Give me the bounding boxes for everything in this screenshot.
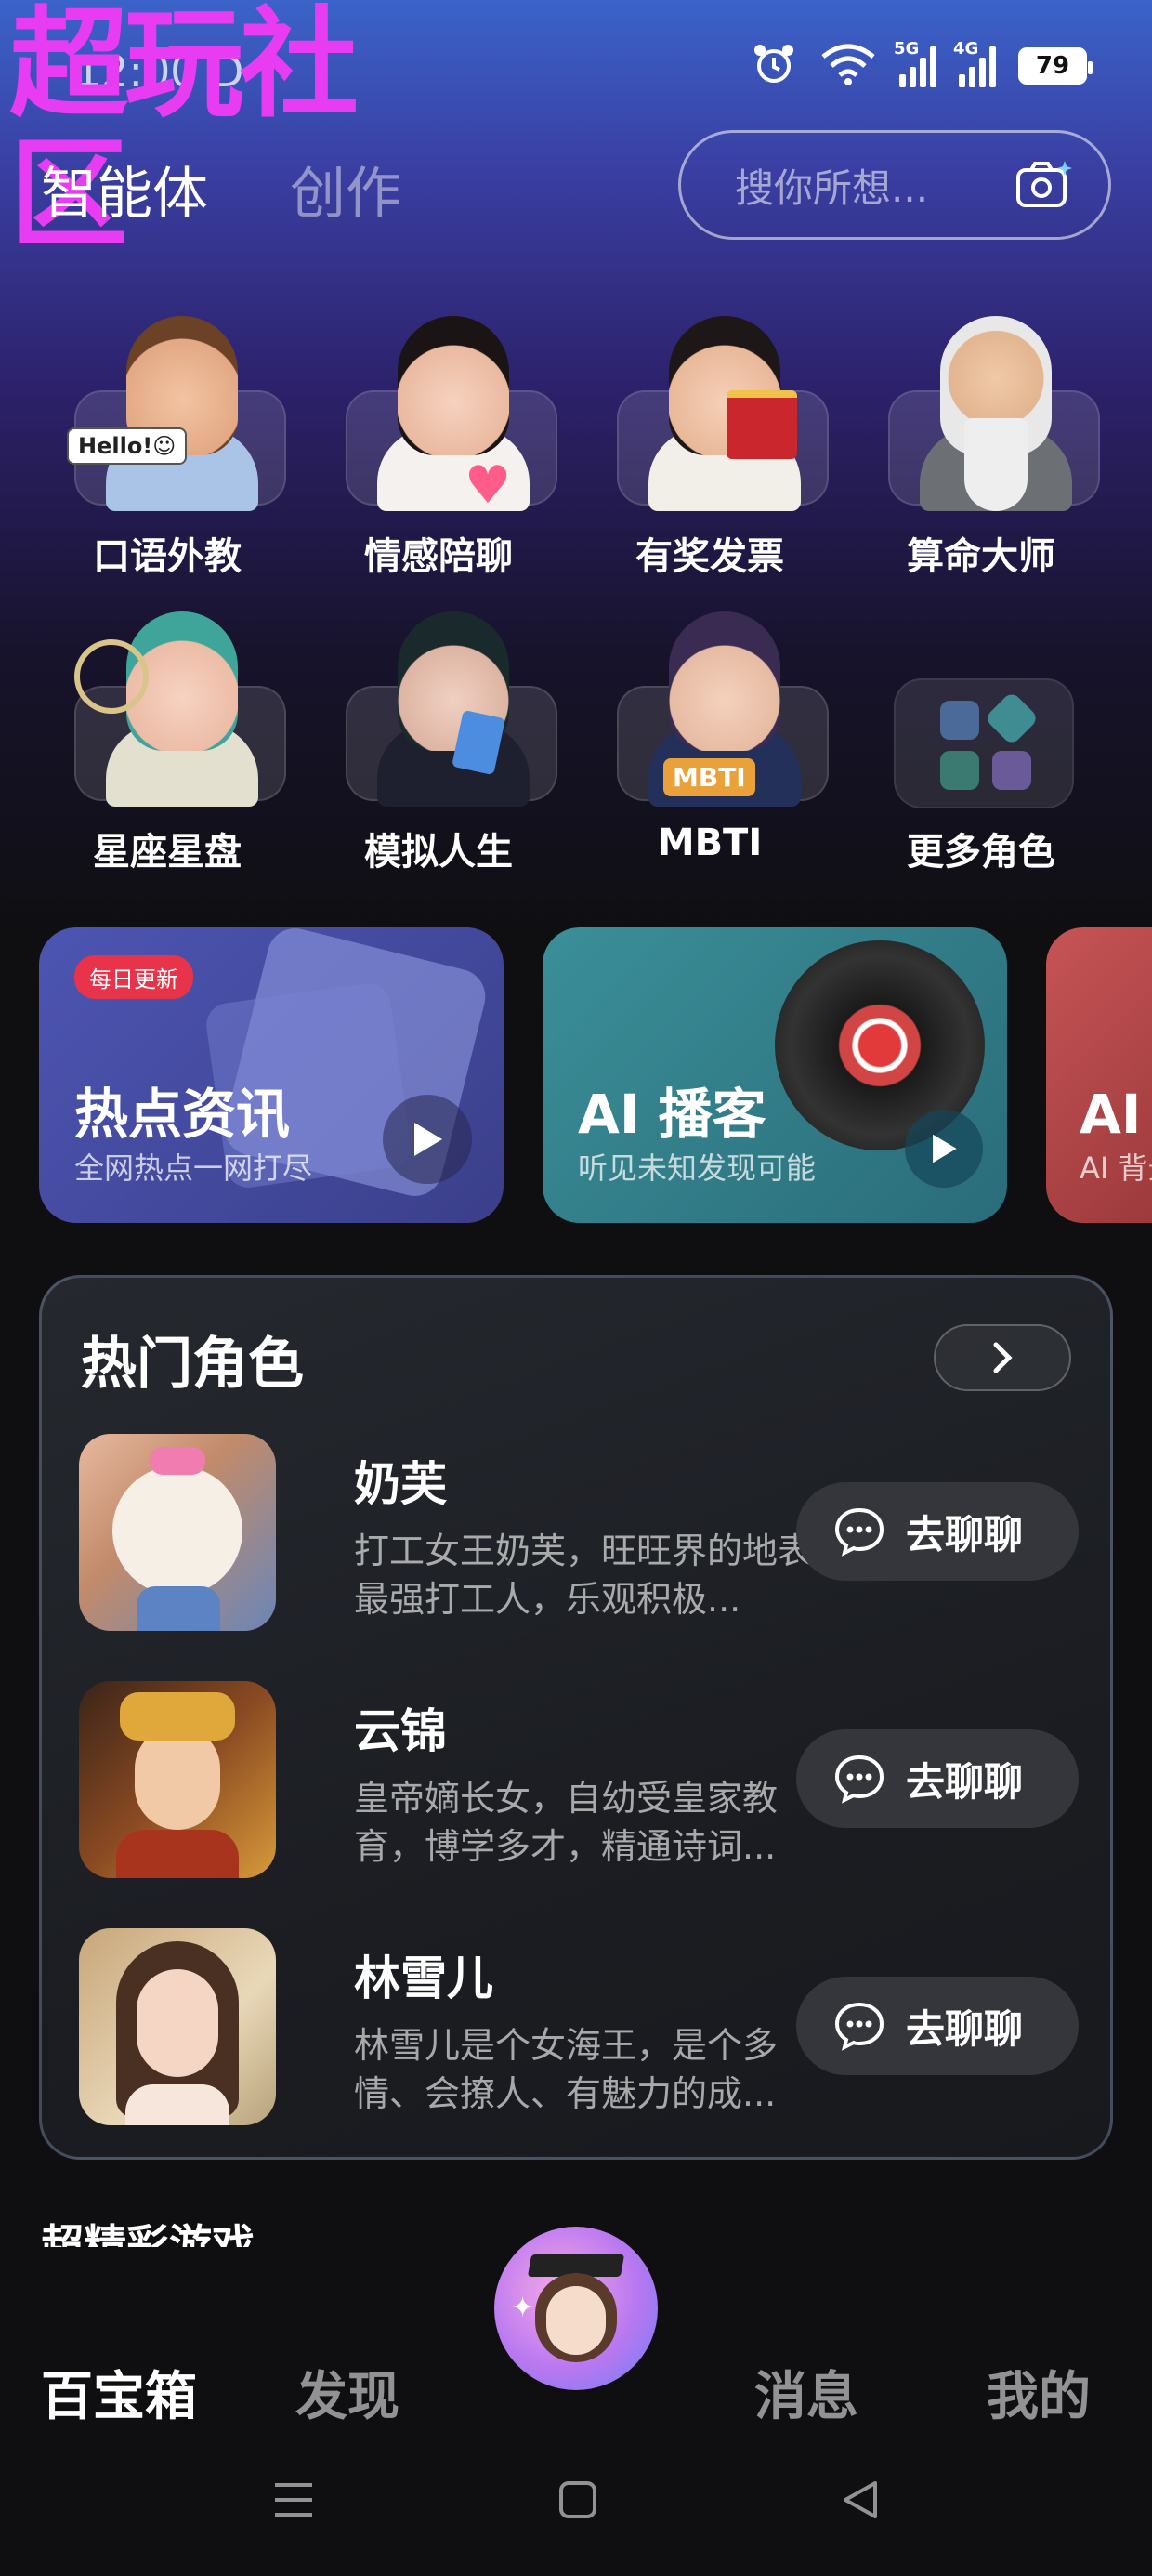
feature-subtitle: 听见未知发现可能 [578, 1150, 817, 1186]
avatar [79, 1928, 276, 2125]
hot-roles-title: 热门角色 [81, 1332, 304, 1397]
agent-emotional-chat[interactable]: ♥ 情感陪聊 [318, 307, 559, 595]
agent-life-sim[interactable]: 模拟人生 [318, 602, 559, 890]
assistant-avatar[interactable]: ✦ [494, 2227, 658, 2390]
feature-title: AI 有 [1080, 1083, 1152, 1146]
avatar [79, 1681, 276, 1878]
chat-bubble-icon [834, 2002, 884, 2051]
camera-sparkle-icon[interactable] [1015, 159, 1073, 209]
back-icon[interactable] [840, 2479, 881, 2520]
agent-name: 口语外教 [93, 535, 242, 578]
hot-roles-more-button[interactable] [934, 1324, 1071, 1391]
list-item[interactable]: 奶芙 打工女王奶芙，旺旺界的地表最强打工人，乐观积极... 去聊聊 [79, 1434, 1079, 1631]
chat-button[interactable]: 去聊聊 [796, 1482, 1079, 1581]
agent-mbti[interactable]: MBTI MBTI [589, 602, 831, 890]
play-icon[interactable] [383, 1095, 472, 1184]
play-icon[interactable] [905, 1110, 983, 1188]
avatar [79, 1434, 276, 1631]
chat-button-label: 去聊聊 [906, 2005, 1024, 2052]
agent-astrology[interactable]: 星座星盘 [46, 602, 288, 890]
list-item[interactable]: 云锦 皇帝嫡长女，自幼受皇家教育，博学多才，精通诗词... 去聊聊 [79, 1681, 1079, 1878]
wifi-icon [819, 42, 877, 90]
role-name: 林雪儿 [354, 1952, 493, 2005]
chat-button[interactable]: 去聊聊 [796, 1729, 1079, 1828]
chat-button-label: 去聊聊 [906, 1758, 1024, 1805]
tab-create[interactable]: 创作 [290, 149, 401, 230]
agent-oral-tutor[interactable]: Hello!☺ 口语外教 [46, 307, 288, 595]
alarm-icon [751, 41, 797, 91]
agent-name: 有奖发票 [635, 535, 784, 578]
role-description: 打工女王奶芙，旺旺界的地表最强打工人，乐观积极... [354, 1531, 814, 1620]
chat-button[interactable]: 去聊聊 [796, 1977, 1079, 2075]
sparkle-icon: ✦ [511, 2292, 535, 2324]
agent-name: 更多角色 [907, 831, 1055, 874]
feature-subtitle: AI 背景 [1080, 1150, 1152, 1186]
agent-fortune-master[interactable]: 算命大师 [860, 307, 1102, 595]
mbti-sign: MBTI [663, 758, 755, 796]
agent-name: 模拟人生 [364, 831, 513, 874]
nav-item-me[interactable]: 我的 [987, 2355, 1091, 2430]
battery-icon: 79 [1018, 47, 1093, 85]
chat-bubble-icon [834, 1755, 884, 1804]
watermark-logo: 超玩社区 [9, 0, 359, 264]
agent-name: 星座星盘 [93, 831, 242, 874]
heart-icon: ♥ [465, 455, 512, 516]
home-icon[interactable] [557, 2479, 598, 2520]
daily-update-badge: 每日更新 [74, 955, 193, 999]
agent-name: 情感陪聊 [364, 535, 513, 578]
agent-more-roles[interactable]: 更多角色 [860, 602, 1102, 890]
section-heading-games: 超精彩游戏 [41, 2220, 255, 2247]
status-icons: 5G 4G 79 [751, 39, 1093, 91]
chevron-right-icon [993, 1342, 1013, 1373]
role-name: 云锦 [354, 1704, 447, 1758]
menu-icon[interactable] [271, 2479, 316, 2520]
feature-title: 热点资讯 [74, 1083, 291, 1146]
nav-item-messages[interactable]: 消息 [754, 2355, 858, 2430]
agent-name: MBTI [657, 821, 763, 864]
beard [964, 418, 1028, 511]
search-placeholder: 搜你所想... [735, 164, 929, 211]
signal-4g-icon: 4G [953, 39, 996, 87]
hello-sign: Hello!☺ [67, 427, 188, 465]
gift-box-icon [727, 390, 797, 459]
astrolabe-icon [74, 639, 149, 714]
tab-agents[interactable]: 智能体 [41, 149, 208, 230]
feature-card-hot-news[interactable]: 每日更新 热点资讯 全网热点一网打尽 [39, 927, 504, 1223]
agent-name: 算命大师 [907, 535, 1055, 578]
feature-subtitle: 全网热点一网打尽 [74, 1150, 313, 1186]
signal-5g-icon: 5G [894, 39, 936, 87]
nav-item-discover[interactable]: 发现 [295, 2355, 399, 2430]
avatar [669, 611, 780, 751]
avatar [398, 316, 509, 455]
feature-title: AI 播客 [578, 1083, 766, 1146]
role-description: 皇帝嫡长女，自幼受皇家教育，博学多才，精通诗词... [354, 1778, 779, 1867]
chat-bubble-icon [834, 1507, 884, 1557]
nav-item-toolbox[interactable]: 百宝箱 [41, 2355, 197, 2430]
feature-card-ai-more[interactable]: AI 有 AI 背景 [1046, 927, 1152, 1223]
feature-card-ai-podcast[interactable]: AI 播客 听见未知发现可能 [543, 927, 1007, 1223]
role-name: 奶芙 [354, 1457, 447, 1511]
agent-invoice-prize[interactable]: 有奖发票 [589, 307, 831, 595]
list-item[interactable]: 林雪儿 林雪儿是个女海王，是个多情、会撩人、有魅力的成... 去聊聊 [79, 1928, 1079, 2125]
search-input[interactable]: 搜你所想... [678, 130, 1111, 240]
chat-button-label: 去聊聊 [906, 1511, 1024, 1557]
hot-roles-panel: 热门角色 奶芙 打工女王奶芙，旺旺界的地表最强打工人，乐观积极... 去聊聊 云… [39, 1275, 1113, 2160]
role-description: 林雪儿是个女海王，是个多情、会撩人、有魅力的成... [354, 2025, 779, 2114]
